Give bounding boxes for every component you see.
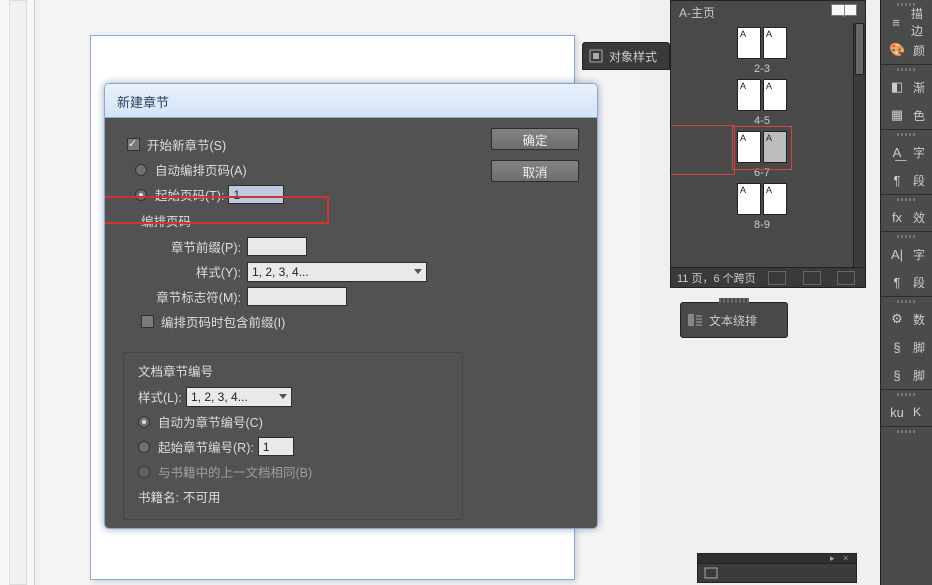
start-page-number-label: 起始页码(T): [155,185,224,204]
cancel-button[interactable]: 取消 [491,160,579,182]
bottom-panel: ▸× [697,553,857,583]
swatches-icon: ▦ [889,107,905,123]
spread-label: 2-3 [671,63,853,75]
script-icon[interactable]: §脚 [881,333,932,361]
object-styles-icon [583,43,609,69]
panel-icon [704,567,718,579]
section-marker-label: 章节标志符(M): [141,287,241,306]
data-merge-icon[interactable]: ⚙数 [881,305,932,333]
page-spread[interactable]: AA [737,79,787,113]
page-style-label: 样式(Y): [141,262,241,281]
page-spread[interactable]: AA [737,27,787,61]
start-new-section-label: 开始新章节(S) [147,135,226,154]
selected-spread-highlight [671,125,735,175]
palette-icon[interactable]: 🎨颜 [881,36,932,64]
panel-collapse-icon[interactable]: ▸ [830,555,839,562]
object-styles-tab[interactable]: 对象样式 [582,42,670,70]
page-numbering-header: 编排页码 [141,211,579,230]
same-as-book-radio [138,466,150,478]
gradient-icon[interactable]: ◧渐 [881,73,932,101]
start-section-number-input[interactable] [258,437,294,456]
palette-icon: 🎨 [889,42,905,58]
include-prefix-checkbox[interactable] [141,315,154,328]
dialog-title: 新建章节 [105,84,597,118]
text-wrap-icon [681,313,709,327]
char-styles-icon: A͟ [889,145,905,160]
auto-section-number-radio[interactable] [138,416,150,428]
edit-page-icon[interactable] [768,271,786,285]
paragraph-icon[interactable]: ¶段 [881,268,932,296]
para-styles-icon: ¶ [889,173,905,188]
spread-label: 8-9 [671,219,853,231]
swatches-icon[interactable]: ▦色 [881,101,932,129]
section-prefix-label: 章节前缀(P): [141,237,241,256]
script-icon: § [889,340,905,355]
kuler-icon[interactable]: kuK [881,398,932,426]
pages-panel: A-主页 AA2-3AA4-5AA6-7AA8-9 11 页，6 个跨页 [670,0,866,288]
gradient-icon: ◧ [889,79,905,95]
doc-style-label: 样式(L): [138,387,186,406]
text-wrap-label: 文本绕排 [709,312,757,329]
delete-page-icon[interactable] [837,271,855,285]
pages-status-bar: 11 页，6 个跨页 [671,267,865,287]
section-prefix-input[interactable] [247,237,307,256]
para-styles-icon[interactable]: ¶段 [881,166,932,194]
effects-icon: fx [889,210,905,225]
start-new-section-checkbox[interactable] [127,138,140,151]
auto-page-number-label: 自动编排页码(A) [155,160,247,179]
kuler-icon: ku [889,405,905,420]
paragraph-icon: ¶ [889,275,905,290]
page-spread[interactable]: AA [737,131,787,165]
doc-style-select[interactable]: 1, 2, 3, 4... [186,387,292,407]
master-page-row[interactable]: A-主页 [671,1,865,23]
include-prefix-label: 编排页码时包含前缀(I) [161,312,285,331]
section-marker-input[interactable] [247,287,347,306]
chevron-down-icon [414,269,422,274]
start-page-number-input[interactable] [228,185,284,204]
char-styles-icon[interactable]: A͟字 [881,138,932,166]
character-icon[interactable]: A|字 [881,240,932,268]
menu-icon: ≡ [889,15,903,30]
object-styles-label: 对象样式 [609,48,657,65]
page-spread[interactable]: AA [737,183,787,217]
ok-button[interactable]: 确定 [491,128,579,150]
script-label-icon: § [889,368,905,383]
script-label-icon[interactable]: §脚 [881,361,932,389]
new-page-icon[interactable] [803,271,821,285]
panel-grip[interactable] [719,298,749,303]
text-wrap-panel[interactable]: 文本绕排 [680,302,788,338]
book-name-label: 书籍名: [138,487,179,506]
chevron-down-icon [279,394,287,399]
master-thumb [831,4,857,16]
start-section-number-label: 起始章节编号(R): [158,437,254,456]
data-merge-icon: ⚙ [889,311,905,327]
character-icon: A| [889,247,905,262]
auto-page-number-radio[interactable] [135,164,147,176]
pages-scrollbar[interactable] [853,23,865,267]
left-scrollbar[interactable] [0,0,35,585]
start-page-number-radio[interactable] [135,189,147,201]
start-section-number-radio[interactable] [138,441,150,453]
effects-icon[interactable]: fx效 [881,203,932,231]
auto-section-number-label: 自动为章节编号(C) [158,412,263,431]
right-rail: ≡描边🎨颜◧渐▦色A͟字¶段fx效A|字¶段⚙数§脚§脚kuK [880,0,932,585]
new-section-dialog: 新建章节 确定 取消 开始新章节(S) 自动编排页码(A) 起始页码(T): 编… [104,83,598,529]
page-style-select[interactable]: 1, 2, 3, 4... [247,262,427,282]
same-as-book-label: 与书籍中的上一文档相同(B) [158,462,312,481]
book-name-value: 不可用 [183,487,221,506]
pages-status-text: 11 页，6 个跨页 [677,270,756,286]
menu-icon[interactable]: ≡描边 [881,8,932,36]
doc-section-header: 文档章节编号 [138,361,448,380]
panel-close-icon[interactable]: × [843,555,852,562]
